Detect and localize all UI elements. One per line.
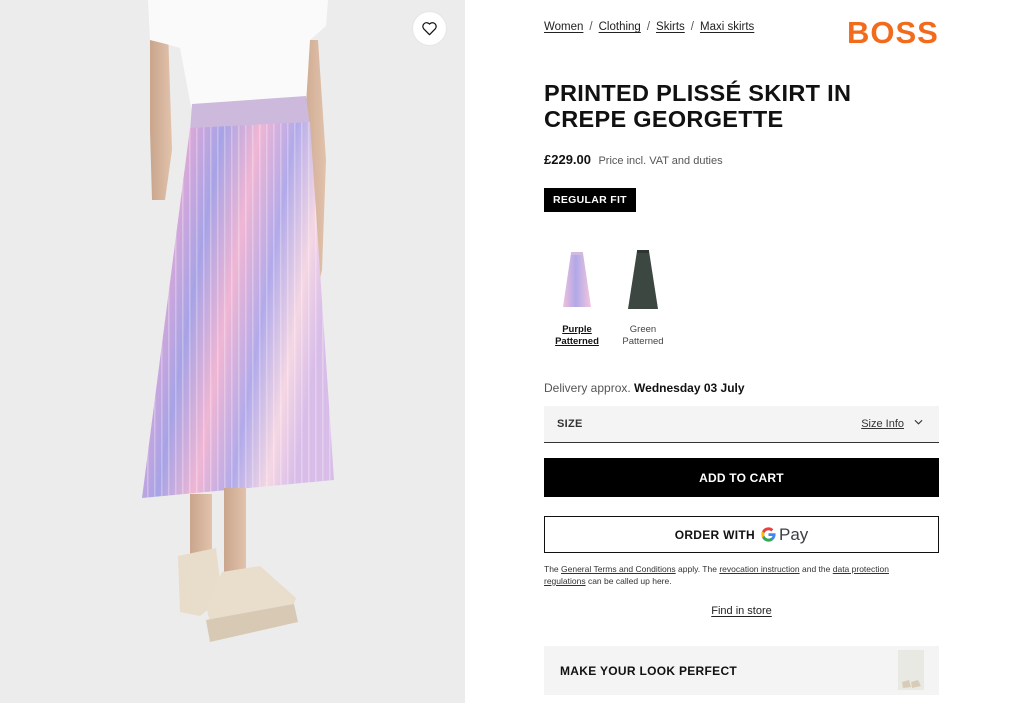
breadcrumb-separator: / — [646, 21, 651, 33]
swatch-thumbnail — [611, 240, 675, 320]
wishlist-button[interactable] — [413, 12, 446, 45]
terms-text: and the — [799, 564, 833, 574]
delivery-estimate: Delivery approx. Wednesday 03 July — [544, 381, 745, 395]
swatch-label: Purple Patterned — [555, 324, 599, 347]
google-pay-button[interactable]: ORDER WITH Pay — [544, 516, 939, 553]
fit-badge: REGULAR FIT — [544, 188, 636, 212]
color-swatch-green[interactable]: Green Patterned — [611, 240, 675, 348]
general-terms-link[interactable]: General Terms and Conditions — [561, 564, 676, 574]
find-in-store: Find in store — [544, 605, 939, 617]
chevron-down-icon — [914, 419, 923, 425]
product-price: £229.00 — [544, 152, 591, 167]
breadcrumb-separator: / — [690, 21, 694, 33]
revocation-link[interactable]: revocation instruction — [719, 564, 799, 574]
swatch-thumbnail — [545, 240, 609, 320]
product-photo-illustration — [0, 0, 465, 703]
breadcrumb-clothing[interactable]: Clothing — [599, 21, 641, 33]
product-image — [0, 0, 465, 703]
breadcrumb: Women / Clothing / Skirts / Maxi skirts — [544, 21, 754, 33]
swatch-label: Green Patterned — [622, 324, 664, 347]
breadcrumb-women[interactable]: Women — [544, 21, 583, 33]
add-to-cart-button[interactable]: ADD TO CART — [544, 458, 939, 497]
order-with-label: ORDER WITH — [674, 527, 756, 542]
color-swatch-purple[interactable]: Purple Patterned — [545, 240, 609, 348]
skirt-thumbnail-purple — [563, 252, 591, 307]
terms-text: apply. The — [675, 564, 720, 574]
complete-the-look[interactable]: MAKE YOUR LOOK PERFECT — [544, 646, 939, 695]
google-g-icon — [761, 527, 776, 542]
breadcrumb-maxi-skirts[interactable]: Maxi skirts — [700, 21, 754, 33]
delivery-prefix: Delivery approx. — [544, 381, 631, 395]
skirt-thumbnail-green — [628, 250, 658, 309]
look-thumbnail — [898, 650, 924, 690]
heart-icon — [422, 22, 437, 36]
terms-text: The — [544, 564, 562, 574]
gpay-pay-label: Pay — [779, 524, 809, 544]
size-info-link[interactable]: Size Info — [861, 418, 904, 430]
sandal-thumbnail — [902, 680, 921, 688]
price-block: £229.00 Price incl. VAT and duties — [544, 151, 723, 169]
size-selector[interactable]: SIZE Size Info — [544, 406, 939, 443]
delivery-date: Wednesday 03 July — [634, 381, 745, 395]
breadcrumb-skirts[interactable]: Skirts — [656, 21, 685, 33]
size-label: SIZE — [557, 418, 583, 430]
terms-text: can be called up here. — [585, 576, 672, 586]
find-in-store-link[interactable]: Find in store — [711, 605, 772, 617]
look-title: MAKE YOUR LOOK PERFECT — [560, 664, 738, 678]
price-note: Price incl. VAT and duties — [598, 155, 723, 167]
brand-logo[interactable]: BOSS — [847, 15, 939, 51]
product-title: PRINTED PLISSÉ SKIRT IN CREPE GEORGETTE — [544, 80, 852, 132]
breadcrumb-separator: / — [589, 21, 593, 33]
terms-notice: The General Terms and Conditions apply. … — [544, 563, 924, 587]
